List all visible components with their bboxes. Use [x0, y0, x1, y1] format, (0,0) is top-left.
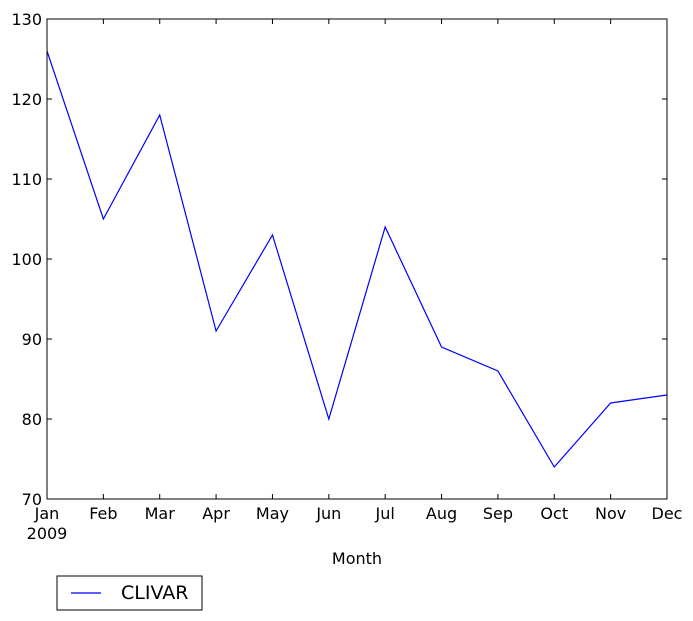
x-axis-label: Month	[332, 549, 382, 568]
y-tick-label: 100	[11, 250, 42, 269]
x-tick-label: Jul	[375, 504, 395, 523]
x-tick-label: Jan	[34, 504, 60, 523]
line-chart: 708090100110120130Jan Feb Mar Apr May Jun Jul A…	[11, 10, 683, 611]
y-tick-label: 120	[11, 90, 42, 109]
x-tick-label: Jun	[315, 504, 341, 523]
y-tick-label: 90	[22, 330, 42, 349]
x-tick-label: Apr	[202, 504, 230, 523]
x-tick-label: Mar	[145, 504, 176, 523]
x-tick-label: Sep	[483, 504, 513, 523]
x-tick-label: Feb	[89, 504, 117, 523]
legend: CLIVAR	[56, 575, 203, 611]
x-tick-label: Dec	[652, 504, 683, 523]
y-tick-label: 130	[11, 10, 42, 29]
y-tick-label: 80	[22, 410, 42, 429]
series-line-clivar	[46, 50, 668, 469]
x-tick-label: May	[256, 504, 289, 523]
x-sublabel-year: 2009	[27, 524, 68, 543]
y-tick-label: 110	[11, 170, 42, 189]
plot-frame	[46, 18, 668, 500]
x-tick-label: Aug	[426, 504, 457, 523]
x-tick-label: Oct	[540, 504, 568, 523]
legend-label: CLIVAR	[121, 582, 188, 604]
x-tick-label: Nov	[595, 504, 626, 523]
